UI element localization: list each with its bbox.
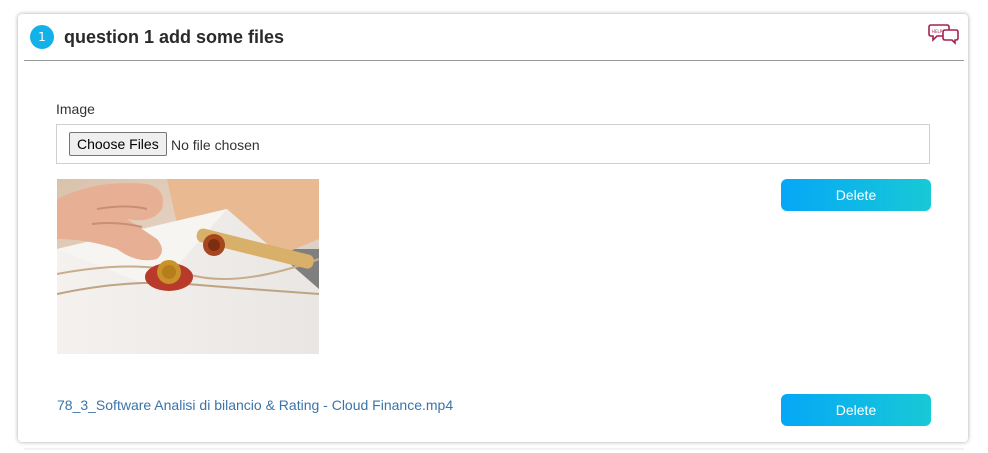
question-number-badge: 1 (30, 25, 54, 49)
video-file-link[interactable]: 78_3_Software Analisi di bilancio & Rati… (57, 397, 453, 413)
wax-seal-photo (57, 179, 319, 354)
wax-spoon-inner (208, 239, 220, 251)
card-bottom-shadow (24, 448, 964, 450)
uploaded-image-thumbnail[interactable] (57, 179, 319, 354)
question-title: question 1 add some files (64, 27, 285, 47)
help-speech-bubbles-icon[interactable]: HELP (928, 23, 960, 45)
file-status-text: No file chosen (171, 137, 260, 153)
delete-video-button[interactable]: Delete (781, 394, 931, 426)
gold-seal-inner (162, 265, 176, 279)
choose-files-button[interactable]: Choose Files (69, 132, 167, 156)
file-input-box[interactable]: Choose Files No file chosen (56, 124, 930, 164)
help-bubble-secondary (942, 29, 959, 45)
question-card: 1 question 1 add some files HELP Image C… (18, 14, 968, 442)
help-icon-text: HELP (932, 29, 943, 34)
question-header: 1 question 1 add some files HELP (24, 14, 964, 61)
delete-image-button[interactable]: Delete (781, 179, 931, 211)
image-field-label: Image (56, 101, 95, 117)
